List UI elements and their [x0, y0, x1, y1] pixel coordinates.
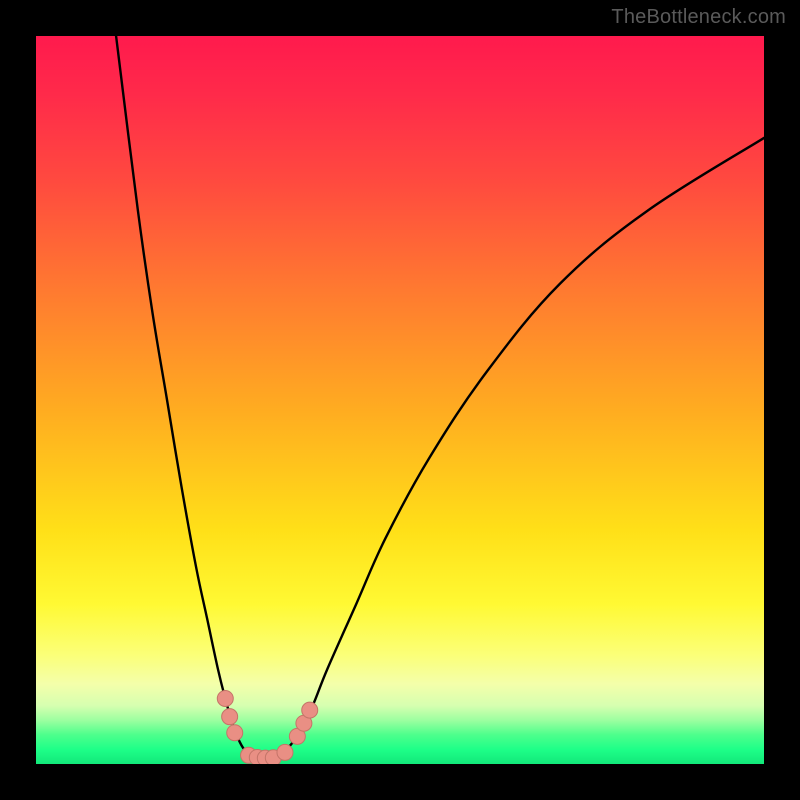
plot-area [36, 36, 764, 764]
outer-frame: TheBottleneck.com [0, 0, 800, 800]
marker-layer [217, 690, 317, 764]
data-marker [222, 709, 238, 725]
chart-svg [36, 36, 764, 764]
series-left-arm [116, 36, 254, 757]
data-marker [217, 690, 233, 706]
data-marker [227, 725, 243, 741]
curve-layer [116, 36, 764, 758]
series-right-arm [284, 138, 764, 753]
watermark-text: TheBottleneck.com [611, 6, 786, 29]
data-marker [277, 744, 293, 760]
data-marker [302, 702, 318, 718]
